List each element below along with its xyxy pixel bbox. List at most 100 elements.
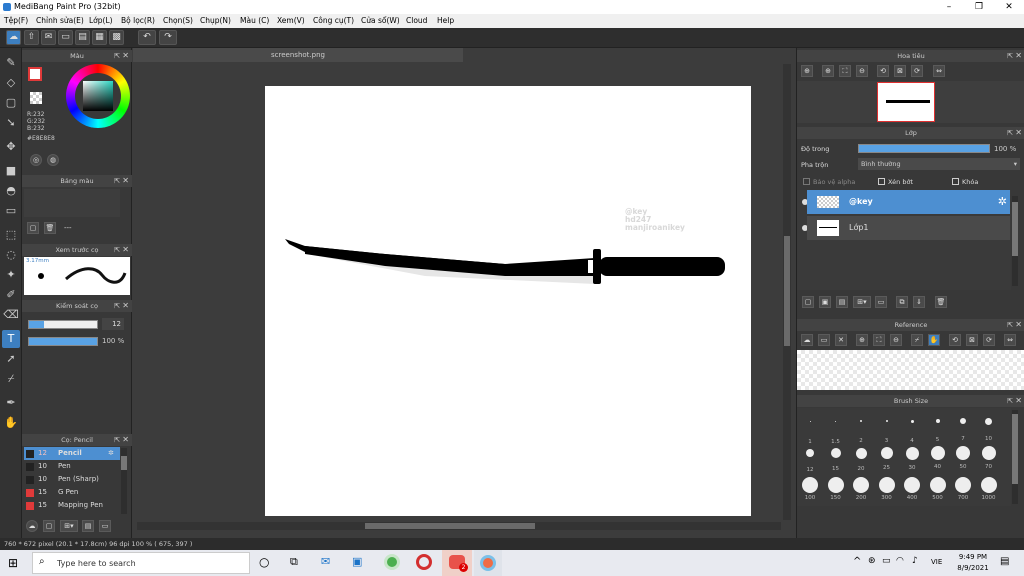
color-square[interactable] [83, 81, 113, 111]
close-panel-icon[interactable]: ✕ [1015, 395, 1022, 407]
mail-icon[interactable]: ✉ [321, 555, 330, 568]
select-tool-icon[interactable]: ⬚ [2, 226, 20, 244]
active-app-tile[interactable]: 2 [442, 550, 472, 576]
new-layer-icon[interactable]: ▢ [802, 296, 814, 308]
color-wheel[interactable] [66, 64, 130, 128]
add-layer-menu-icon[interactable]: ⊞▾ [853, 296, 871, 308]
close-panel-icon[interactable]: ✕ [122, 300, 129, 312]
brush-size-scrollbar[interactable] [1012, 410, 1018, 504]
cloud-icon[interactable]: ☁ [6, 30, 21, 45]
language-indicator[interactable]: VIE [931, 558, 942, 566]
operation-tool-icon[interactable]: ➚ [2, 350, 20, 368]
battery-icon[interactable]: ▭ [882, 556, 891, 566]
menu-layer[interactable]: Lớp(L) [89, 16, 113, 25]
flip-icon[interactable]: ⇔ [933, 65, 945, 77]
reset-icon[interactable]: ⊠ [894, 65, 906, 77]
move-tool-icon[interactable]: ✥ [2, 138, 20, 156]
shape-tool-icon[interactable]: ■ [2, 162, 20, 180]
palette-select[interactable]: --- [64, 224, 72, 232]
new-brush-icon[interactable]: ▢ [43, 520, 55, 532]
brush-size-option[interactable]: 20 [850, 444, 872, 472]
layer-row-key[interactable]: @key ✲ [807, 190, 1010, 214]
menu-cloud[interactable]: Cloud [406, 16, 427, 25]
redo-icon[interactable]: ↷ [159, 30, 177, 45]
brush-item-pen-sharp[interactable]: 10 Pen (Sharp) [24, 473, 120, 486]
brush-settings-icon[interactable]: ▤ [82, 520, 94, 532]
panel3-icon[interactable]: ▦ [92, 30, 107, 45]
brush-size-option[interactable]: 200 [850, 476, 872, 501]
menu-edit[interactable]: Chỉnh sửa(E) [36, 16, 84, 25]
brush-size-option[interactable]: 300 [876, 476, 898, 501]
protect-alpha-checkbox[interactable] [803, 178, 810, 185]
detach-icon[interactable]: ⇱ [1007, 395, 1013, 407]
brush-size-option[interactable]: 10 [978, 412, 1000, 442]
brush-tool-icon[interactable]: ✎ [2, 54, 20, 72]
brush-opacity-slider[interactable] [28, 337, 98, 346]
eyedropper-tool-icon[interactable]: ⌿ [2, 370, 20, 388]
reference-hand-icon[interactable]: ✋ [928, 334, 940, 346]
gradient-tool-icon[interactable]: ▭ [2, 202, 20, 220]
fit-icon[interactable]: ⛶ [839, 65, 851, 77]
hand-tool-icon[interactable]: ✋ [2, 414, 20, 432]
detach-icon[interactable]: ⇱ [114, 50, 120, 62]
opera-icon[interactable] [416, 554, 432, 570]
detach-icon[interactable]: ⇱ [114, 300, 120, 312]
brush-size-option[interactable]: 50 [952, 444, 974, 470]
detach-icon[interactable]: ⇱ [1007, 319, 1013, 331]
layer-opacity-slider[interactable] [858, 144, 990, 153]
blend-mode-select[interactable]: Bình thường ▾ [858, 158, 1020, 170]
add-brush-icon[interactable]: ⊞▾ [60, 520, 78, 532]
reference-close-icon[interactable]: ✕ [835, 334, 847, 346]
detach-icon[interactable]: ⇱ [1007, 127, 1013, 139]
clock[interactable]: 9:49 PM 8/9/2021 [953, 552, 993, 574]
menu-tools[interactable]: Công cụ(T) [313, 16, 354, 25]
select-pen-icon[interactable]: ✐ [2, 286, 20, 304]
lock-checkbox[interactable] [952, 178, 959, 185]
brush-size-option[interactable]: 70 [978, 444, 1000, 470]
minimize-icon[interactable]: – [934, 0, 964, 14]
reference-fit-icon[interactable]: ⛶ [873, 334, 885, 346]
task-view-icon[interactable]: ⧉ [290, 555, 298, 569]
close-panel-icon[interactable]: ✕ [122, 244, 129, 256]
volume-icon[interactable]: ♪ [912, 556, 918, 566]
close-panel-icon[interactable]: ✕ [1015, 50, 1022, 62]
upload-icon[interactable]: ⇧ [24, 30, 39, 45]
reference-rotate-left-icon[interactable]: ⟲ [949, 334, 961, 346]
brush-size-option[interactable]: 2 [850, 412, 872, 444]
menu-window[interactable]: Cửa sổ(W) [361, 16, 400, 25]
close-panel-icon[interactable]: ✕ [122, 50, 129, 62]
foreground-color-swatch[interactable] [28, 67, 42, 81]
reference-rotate-right-icon[interactable]: ⟳ [983, 334, 995, 346]
brush-size-option[interactable]: 25 [876, 444, 898, 471]
chevron-up-icon[interactable]: ^ [853, 556, 861, 567]
detach-icon[interactable]: ⇱ [114, 434, 120, 446]
menu-color[interactable]: Màu (C) [240, 16, 269, 25]
close-panel-icon[interactable]: ✕ [122, 175, 129, 187]
layer-list-scrollbar[interactable] [1012, 196, 1018, 286]
new-halftone-layer-icon[interactable]: ▣ [819, 296, 831, 308]
duplicate-layer-icon[interactable]: ⧉ [896, 296, 908, 308]
undo-icon[interactable]: ↶ [138, 30, 156, 45]
zoom-in-2-icon[interactable]: ⊕ [822, 65, 834, 77]
fill-tool-icon[interactable]: ◓ [2, 182, 20, 200]
medibang-app-tile[interactable] [474, 550, 502, 576]
brush-size-option[interactable]: 700 [952, 476, 974, 501]
brush-size-option[interactable]: 1 [799, 412, 821, 445]
brush-cloud-icon[interactable]: ☁ [26, 520, 38, 532]
brush-size-input[interactable]: 12 [102, 318, 124, 330]
new-8bit-layer-icon[interactable]: ▤ [836, 296, 848, 308]
layer-row-layer1[interactable]: Lớp1 [807, 216, 1010, 240]
brush-size-option[interactable]: 5 [927, 412, 949, 443]
text-tool-icon[interactable]: T [2, 330, 20, 348]
panel2-icon[interactable]: ▤ [75, 30, 90, 45]
brush-size-option[interactable]: 150 [825, 476, 847, 501]
brush-size-option[interactable]: 1000 [978, 476, 1000, 501]
canvas[interactable]: @key hd247 manjiroanikey [265, 86, 751, 516]
new-palette-icon[interactable]: ▢ [27, 222, 39, 234]
reference-zoom-out-icon[interactable]: ⊖ [890, 334, 902, 346]
eraser-tool-icon[interactable]: ◇ [2, 74, 20, 92]
menu-capture[interactable]: Chụp(N) [200, 16, 231, 25]
network-icon[interactable]: ⊛ [868, 556, 876, 566]
brush-size-option[interactable]: 40 [927, 444, 949, 470]
divide-tool-icon[interactable]: ✒ [2, 394, 20, 412]
